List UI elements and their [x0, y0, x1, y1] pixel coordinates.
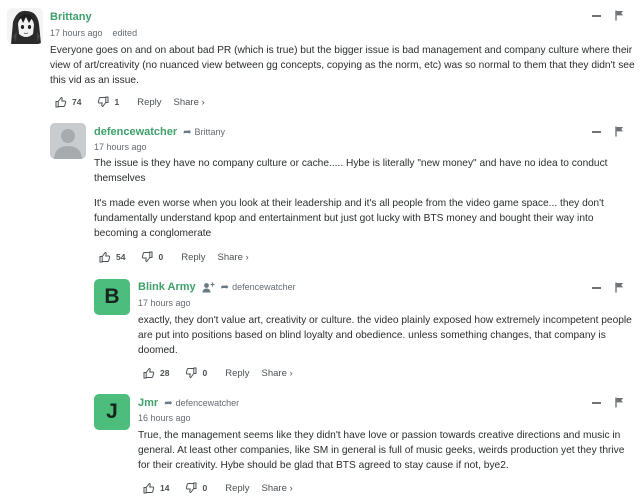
avatar[interactable] — [50, 123, 86, 159]
upvote-button[interactable]: 14 — [143, 482, 169, 494]
comment-paragraph: Everyone goes on and on about bad PR (wh… — [50, 45, 635, 86]
avatar[interactable]: B — [94, 279, 130, 315]
reply-to[interactable]: ➦ Brittany — [183, 127, 225, 138]
share-button[interactable]: Share › — [218, 252, 249, 263]
share-button[interactable]: Share › — [262, 368, 293, 379]
reply-to[interactable]: ➦ defencewatcher — [164, 398, 239, 409]
downvote-count: 0 — [202, 368, 208, 378]
downvote-button[interactable]: 1 — [97, 96, 119, 108]
comment-text: The issue is they have no company cultur… — [94, 156, 634, 241]
comment-actions: 14 0 Reply Share › — [143, 482, 293, 494]
downvote-button[interactable]: 0 — [185, 482, 207, 494]
timestamp[interactable]: 17 hours ago — [50, 28, 103, 38]
comment-actions: 74 1 Reply Share › — [55, 96, 205, 108]
reply-button[interactable]: Reply — [181, 252, 205, 263]
edited-label: edited — [112, 28, 138, 38]
minimize-icon[interactable] — [592, 401, 601, 404]
comment-blink-army: B Blink Army ➦ defencewatcher 17 hours ag… — [0, 270, 640, 385]
reply-to-name: defencewatcher — [232, 282, 296, 292]
comment-paragraph: True, the management seems like they did… — [138, 430, 625, 471]
reply-button[interactable]: Reply — [225, 368, 249, 379]
share-button[interactable]: Share › — [262, 483, 293, 494]
comment-text: Everyone goes on and on about bad PR (wh… — [50, 43, 635, 88]
upvote-button[interactable]: 28 — [143, 367, 169, 379]
avatar-letter: J — [106, 400, 118, 423]
comment-paragraph: It's made even worse when you look at th… — [94, 198, 604, 239]
thumbs-down-icon — [186, 482, 197, 494]
reply-to[interactable]: ➦ defencewatcher — [221, 282, 296, 293]
upvote-count: 74 — [72, 97, 82, 107]
avatar[interactable]: J — [94, 394, 130, 430]
upvote-button[interactable]: 74 — [55, 96, 81, 108]
minimize-icon[interactable] — [592, 286, 601, 289]
upvote-count: 54 — [116, 252, 126, 262]
share-button[interactable]: Share › — [174, 97, 205, 108]
downvote-count: 0 — [158, 252, 164, 262]
reply-arrow-icon: ➦ — [220, 281, 230, 293]
flag-icon[interactable] — [615, 397, 624, 408]
thumbs-down-icon — [98, 96, 109, 108]
default-user-icon — [50, 123, 86, 159]
flag-icon[interactable] — [615, 10, 624, 21]
reply-button[interactable]: Reply — [137, 97, 161, 108]
username[interactable]: Brittany — [50, 11, 92, 23]
avatar-letter: B — [104, 285, 120, 308]
minimize-icon[interactable] — [592, 14, 601, 17]
flag-icon[interactable] — [615, 282, 624, 293]
comment-defencewatcher: defencewatcher ➦ Brittany 17 hours ago Th… — [0, 118, 640, 270]
downvote-button[interactable]: 0 — [141, 251, 163, 263]
follow-user-icon[interactable] — [202, 282, 215, 293]
upvote-button[interactable]: 54 — [99, 251, 125, 263]
minimize-icon[interactable] — [592, 130, 601, 133]
thumbs-up-icon — [143, 367, 155, 379]
timestamp[interactable]: 17 hours ago — [94, 142, 147, 152]
thumbs-up-icon — [99, 251, 111, 263]
upvote-count: 14 — [160, 483, 170, 493]
comment-brittany: Brittany 17 hours ago edited Everyone goe… — [0, 0, 640, 118]
timestamp[interactable]: 16 hours ago — [138, 413, 191, 423]
reply-arrow-icon: ➦ — [164, 397, 173, 409]
comment-text: True, the management seems like they did… — [138, 428, 635, 473]
downvote-count: 1 — [114, 97, 120, 107]
timestamp[interactable]: 17 hours ago — [138, 298, 191, 308]
comment-actions: 28 0 Reply Share › — [143, 367, 293, 379]
downvote-count: 0 — [202, 483, 208, 493]
thumbs-down-icon — [186, 367, 197, 379]
reply-arrow-icon: ➦ — [183, 126, 192, 138]
flag-icon[interactable] — [615, 126, 624, 137]
comment-text: exactly, they don't value art, creativit… — [138, 313, 633, 358]
reply-to-name: defencewatcher — [175, 398, 240, 408]
downvote-button[interactable]: 0 — [185, 367, 207, 379]
username[interactable]: Jmr — [138, 397, 158, 409]
avatar[interactable] — [7, 8, 43, 44]
reply-button[interactable]: Reply — [225, 483, 249, 494]
username[interactable]: Blink Army — [138, 281, 196, 293]
comment-actions: 54 0 Reply Share › — [99, 251, 249, 263]
thumbs-down-icon — [142, 251, 153, 263]
upvote-count: 28 — [160, 368, 170, 378]
thumbs-up-icon — [55, 96, 67, 108]
thumbs-up-icon — [143, 482, 155, 494]
comment-paragraph: The issue is they have no company cultur… — [94, 158, 608, 184]
comment-paragraph: exactly, they don't value art, creativit… — [138, 315, 632, 356]
comment-jmr: J Jmr ➦ defencewatcher 16 hours ago True,… — [0, 385, 640, 499]
reply-to-name: Brittany — [194, 127, 226, 137]
username[interactable]: defencewatcher — [94, 126, 177, 138]
